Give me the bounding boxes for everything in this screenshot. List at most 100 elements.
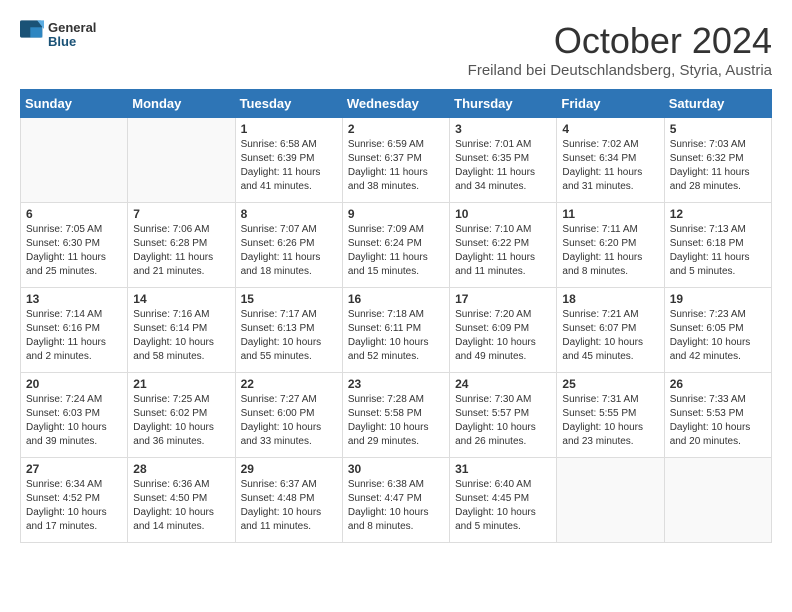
- calendar-cell: [128, 118, 235, 203]
- day-info: Sunrise: 6:36 AM Sunset: 4:50 PM Dayligh…: [133, 478, 229, 534]
- calendar-cell: 31 Sunrise: 6:40 AM Sunset: 4:45 PM Dayli…: [450, 458, 557, 543]
- day-number: 12: [670, 207, 766, 221]
- day-info: Sunrise: 7:10 AM Sunset: 6:22 PM Dayligh…: [455, 223, 551, 279]
- day-number: 8: [241, 207, 337, 221]
- calendar-cell: [664, 458, 771, 543]
- day-number: 20: [26, 377, 122, 391]
- calendar-cell: 21Sunrise: 7:25 AM Sunset: 6:02 PM Dayli…: [128, 373, 235, 458]
- day-info: Sunrise: 7:02 AM Sunset: 6:34 PM Dayligh…: [562, 138, 658, 194]
- calendar-cell: 17 Sunrise: 7:20 AM Sunset: 6:09 PM Dayli…: [450, 288, 557, 373]
- logo-icon: [20, 20, 44, 50]
- week-row-1: 1 Sunrise: 6:58 AM Sunset: 6:39 PM Daylig…: [21, 118, 772, 203]
- calendar-cell: 19 Sunrise: 7:23 AM Sunset: 6:05 PM Dayli…: [664, 288, 771, 373]
- day-number: 25: [562, 377, 658, 391]
- day-info: Sunrise: 6:59 AM Sunset: 6:37 PM Dayligh…: [348, 138, 444, 194]
- day-number: 27: [26, 462, 122, 476]
- day-number: 9: [348, 207, 444, 221]
- day-info: Sunrise: 7:17 AM Sunset: 6:13 PM Dayligh…: [241, 308, 337, 364]
- subtitle: Freiland bei Deutschlandsberg, Styria, A…: [468, 62, 772, 79]
- weekday-header-thursday: Thursday: [450, 90, 557, 118]
- weekday-header-tuesday: Tuesday: [235, 90, 342, 118]
- day-number: 14: [133, 292, 229, 306]
- day-info: Sunrise: 7:09 AM Sunset: 6:24 PM Dayligh…: [348, 223, 444, 279]
- day-info: Sunrise: 7:11 AM Sunset: 6:20 PM Dayligh…: [562, 223, 658, 279]
- day-number: 23: [348, 377, 444, 391]
- month-title: October 2024: [468, 20, 772, 62]
- weekday-header-monday: Monday: [128, 90, 235, 118]
- calendar-cell: 1 Sunrise: 6:58 AM Sunset: 6:39 PM Daylig…: [235, 118, 342, 203]
- day-number: 11: [562, 207, 658, 221]
- weekday-header-sunday: Sunday: [21, 90, 128, 118]
- calendar-cell: 27 Sunrise: 6:34 AM Sunset: 4:52 PM Dayli…: [21, 458, 128, 543]
- day-info: Sunrise: 7:23 AM Sunset: 6:05 PM Dayligh…: [670, 308, 766, 364]
- calendar-cell: 29 Sunrise: 6:37 AM Sunset: 4:48 PM Dayli…: [235, 458, 342, 543]
- calendar-cell: 13 Sunrise: 7:14 AM Sunset: 6:16 PM Dayli…: [21, 288, 128, 373]
- week-row-5: 27 Sunrise: 6:34 AM Sunset: 4:52 PM Dayli…: [21, 458, 772, 543]
- calendar-cell: 20 Sunrise: 7:24 AM Sunset: 6:03 PM Dayli…: [21, 373, 128, 458]
- logo-general-text: General: [48, 21, 96, 35]
- calendar-cell: 14 Sunrise: 7:16 AM Sunset: 6:14 PM Dayli…: [128, 288, 235, 373]
- day-info: Sunrise: 7:33 AM Sunset: 5:53 PM Dayligh…: [670, 393, 766, 449]
- day-info: Sunrise: 7:03 AM Sunset: 6:32 PM Dayligh…: [670, 138, 766, 194]
- logo: General Blue: [20, 20, 96, 50]
- day-info: Sunrise: 7:06 AM Sunset: 6:28 PM Dayligh…: [133, 223, 229, 279]
- day-number: 26: [670, 377, 766, 391]
- calendar-cell: 24 Sunrise: 7:30 AM Sunset: 5:57 PM Dayli…: [450, 373, 557, 458]
- week-row-4: 20 Sunrise: 7:24 AM Sunset: 6:03 PM Dayli…: [21, 373, 772, 458]
- day-number: 21: [133, 377, 229, 391]
- day-info: Sunrise: 7:24 AM Sunset: 6:03 PM Dayligh…: [26, 393, 122, 449]
- day-info: Sunrise: 6:38 AM Sunset: 4:47 PM Dayligh…: [348, 478, 444, 534]
- day-info: Sunrise: 7:20 AM Sunset: 6:09 PM Dayligh…: [455, 308, 551, 364]
- calendar-cell: 9 Sunrise: 7:09 AM Sunset: 6:24 PM Daylig…: [342, 203, 449, 288]
- calendar-cell: 26 Sunrise: 7:33 AM Sunset: 5:53 PM Dayli…: [664, 373, 771, 458]
- logo-blue-text: Blue: [48, 35, 96, 49]
- day-number: 15: [241, 292, 337, 306]
- calendar-cell: 4 Sunrise: 7:02 AM Sunset: 6:34 PM Daylig…: [557, 118, 664, 203]
- day-number: 1: [241, 122, 337, 136]
- day-number: 17: [455, 292, 551, 306]
- calendar-cell: 2 Sunrise: 6:59 AM Sunset: 6:37 PM Daylig…: [342, 118, 449, 203]
- calendar-cell: 30Sunrise: 6:38 AM Sunset: 4:47 PM Dayli…: [342, 458, 449, 543]
- day-info: Sunrise: 7:05 AM Sunset: 6:30 PM Dayligh…: [26, 223, 122, 279]
- day-info: Sunrise: 7:21 AM Sunset: 6:07 PM Dayligh…: [562, 308, 658, 364]
- day-info: Sunrise: 7:31 AM Sunset: 5:55 PM Dayligh…: [562, 393, 658, 449]
- day-number: 28: [133, 462, 229, 476]
- day-number: 2: [348, 122, 444, 136]
- calendar-cell: 18Sunrise: 7:21 AM Sunset: 6:07 PM Dayli…: [557, 288, 664, 373]
- header-area: General Blue October 2024 Freiland bei D…: [20, 20, 772, 79]
- calendar-cell: 28 Sunrise: 6:36 AM Sunset: 4:50 PM Dayli…: [128, 458, 235, 543]
- day-info: Sunrise: 7:14 AM Sunset: 6:16 PM Dayligh…: [26, 308, 122, 364]
- calendar-cell: 23 Sunrise: 7:28 AM Sunset: 5:58 PM Dayli…: [342, 373, 449, 458]
- day-number: 7: [133, 207, 229, 221]
- day-number: 16: [348, 292, 444, 306]
- weekday-header-friday: Friday: [557, 90, 664, 118]
- week-row-2: 6Sunrise: 7:05 AM Sunset: 6:30 PM Daylig…: [21, 203, 772, 288]
- calendar-cell: 16 Sunrise: 7:18 AM Sunset: 6:11 PM Dayli…: [342, 288, 449, 373]
- day-info: Sunrise: 7:13 AM Sunset: 6:18 PM Dayligh…: [670, 223, 766, 279]
- day-number: 19: [670, 292, 766, 306]
- day-info: Sunrise: 7:16 AM Sunset: 6:14 PM Dayligh…: [133, 308, 229, 364]
- calendar-cell: 10 Sunrise: 7:10 AM Sunset: 6:22 PM Dayli…: [450, 203, 557, 288]
- calendar-cell: 5 Sunrise: 7:03 AM Sunset: 6:32 PM Daylig…: [664, 118, 771, 203]
- calendar-cell: [557, 458, 664, 543]
- day-number: 24: [455, 377, 551, 391]
- calendar-cell: 7 Sunrise: 7:06 AM Sunset: 6:28 PM Daylig…: [128, 203, 235, 288]
- day-info: Sunrise: 6:34 AM Sunset: 4:52 PM Dayligh…: [26, 478, 122, 534]
- day-number: 4: [562, 122, 658, 136]
- calendar-cell: 11 Sunrise: 7:11 AM Sunset: 6:20 PM Dayli…: [557, 203, 664, 288]
- day-number: 31: [455, 462, 551, 476]
- weekday-header-saturday: Saturday: [664, 90, 771, 118]
- day-info: Sunrise: 6:58 AM Sunset: 6:39 PM Dayligh…: [241, 138, 337, 194]
- day-info: Sunrise: 7:18 AM Sunset: 6:11 PM Dayligh…: [348, 308, 444, 364]
- day-info: Sunrise: 7:30 AM Sunset: 5:57 PM Dayligh…: [455, 393, 551, 449]
- day-info: Sunrise: 7:27 AM Sunset: 6:00 PM Dayligh…: [241, 393, 337, 449]
- calendar-cell: 8Sunrise: 7:07 AM Sunset: 6:26 PM Daylig…: [235, 203, 342, 288]
- day-info: Sunrise: 6:40 AM Sunset: 4:45 PM Dayligh…: [455, 478, 551, 534]
- day-number: 10: [455, 207, 551, 221]
- day-info: Sunrise: 7:28 AM Sunset: 5:58 PM Dayligh…: [348, 393, 444, 449]
- day-number: 13: [26, 292, 122, 306]
- week-row-3: 13 Sunrise: 7:14 AM Sunset: 6:16 PM Dayli…: [21, 288, 772, 373]
- day-number: 5: [670, 122, 766, 136]
- day-info: Sunrise: 6:37 AM Sunset: 4:48 PM Dayligh…: [241, 478, 337, 534]
- day-number: 29: [241, 462, 337, 476]
